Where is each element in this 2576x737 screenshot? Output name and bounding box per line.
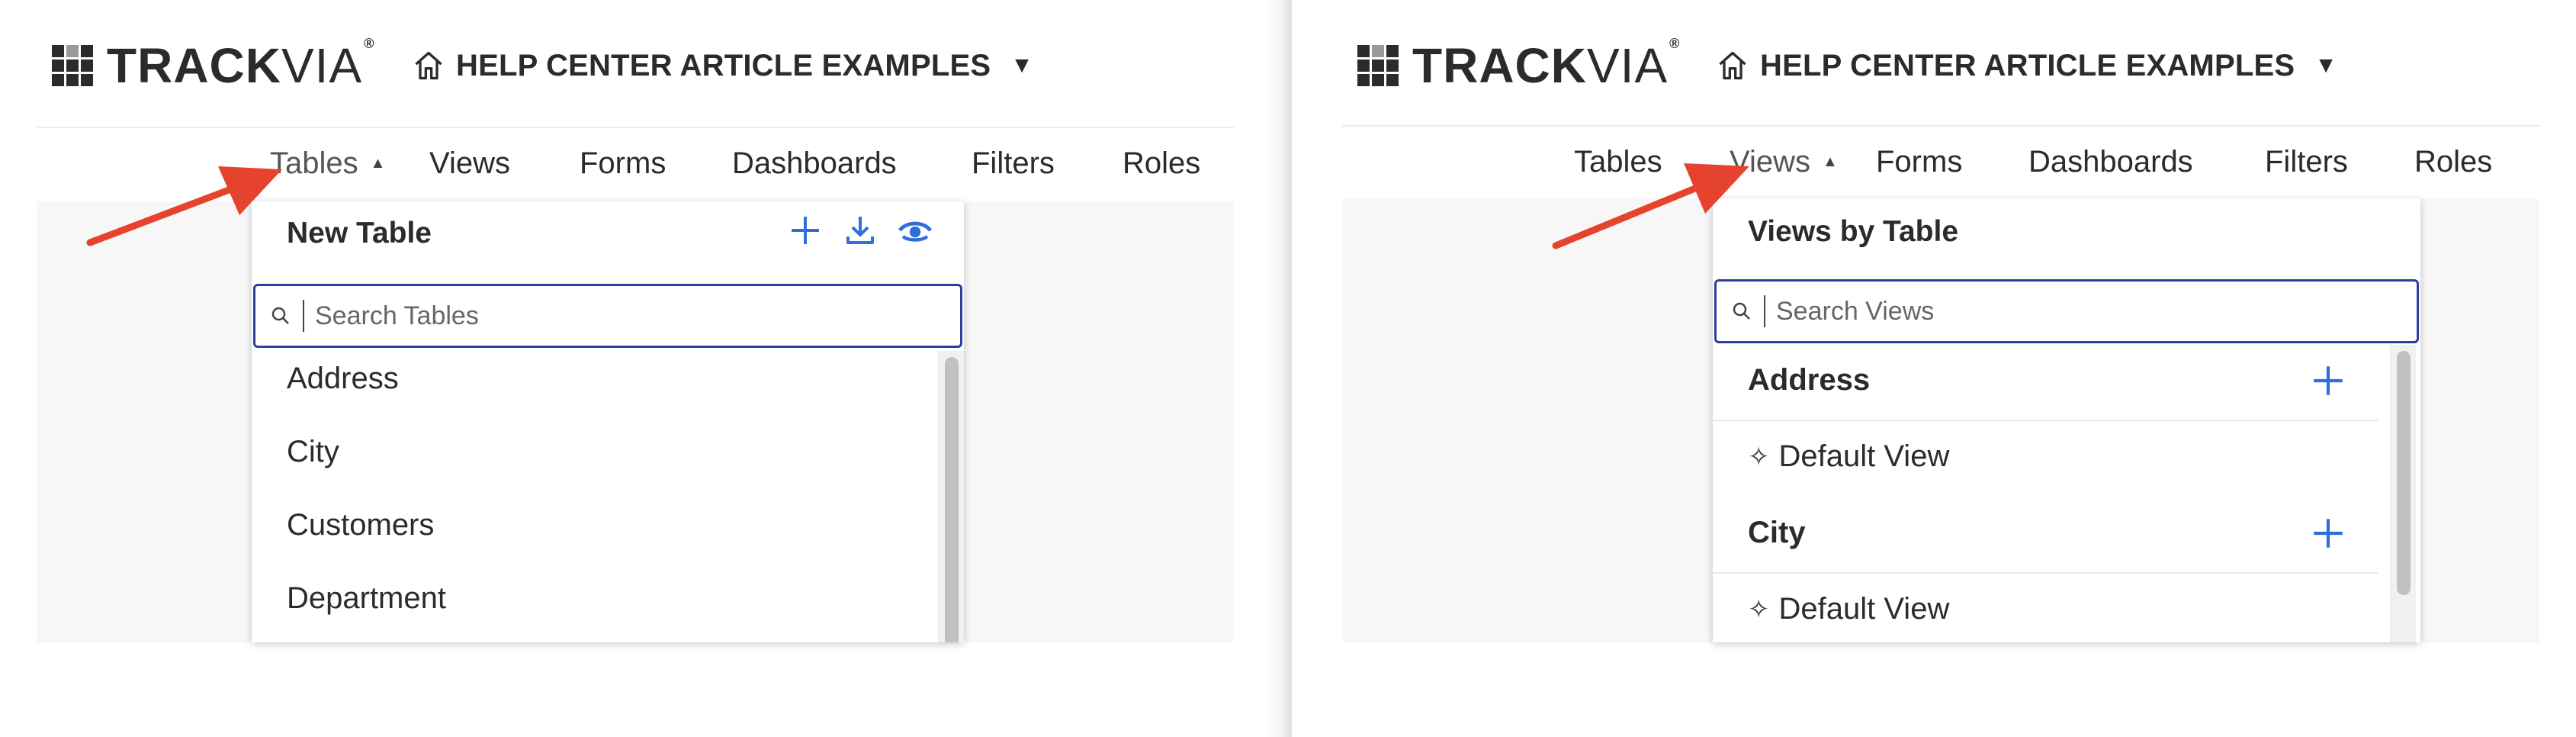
home-icon — [1719, 51, 1746, 80]
plus-icon — [792, 217, 819, 244]
screenshot-divider — [1266, 0, 1292, 737]
nav-filters[interactable]: Filters — [972, 146, 1055, 181]
nav-dashboards[interactable]: Dashboards — [732, 146, 897, 181]
tables-scrollbar[interactable] — [938, 351, 964, 642]
caret-up-icon: ▲ — [370, 155, 386, 172]
view-item-default[interactable]: ✧ Default View — [1748, 592, 1949, 626]
logo-text: TRACKVIA ® — [107, 36, 375, 93]
views-dropdown: Views by Table Address ✧ Default View Ci… — [1713, 198, 2420, 642]
scrollbar-thumb[interactable] — [945, 357, 959, 642]
table-actions — [769, 212, 933, 249]
table-item-department[interactable]: Department — [287, 581, 446, 616]
views-by-table-heading: Views by Table — [1748, 215, 1959, 248]
table-item-address[interactable]: Address — [287, 362, 399, 396]
eye-icon — [898, 221, 932, 242]
app-name: HELP CENTER ARTICLE EXAMPLES — [456, 48, 991, 82]
new-table-link[interactable]: New Table — [287, 217, 432, 250]
red-arrow-pointer — [1552, 163, 1749, 249]
left-panel: TRACKVIA ® HELP CENTER ARTICLE EXAMPLES ▼… — [37, 0, 1241, 737]
search-icon — [271, 307, 289, 324]
tables-dropdown: New Table Address City Customers Departm… — [252, 201, 964, 642]
nav-roles[interactable]: Roles — [2414, 145, 2492, 179]
header: TRACKVIA ® HELP CENTER ARTICLE EXAMPLES ▼ — [1342, 0, 2539, 128]
text-cursor — [303, 300, 304, 332]
caret-down-icon: ▼ — [2314, 53, 2337, 78]
app-name: HELP CENTER ARTICLE EXAMPLES — [1760, 48, 2295, 82]
search-views-input[interactable] — [1776, 296, 2310, 327]
search-tables-input[interactable] — [315, 301, 849, 331]
import-table-button[interactable] — [842, 212, 878, 249]
search-views-field[interactable] — [1714, 279, 2419, 343]
table-visibility-button[interactable] — [897, 212, 933, 249]
view-group-city: City — [1713, 497, 2378, 574]
header: TRACKVIA ® HELP CENTER ARTICLE EXAMPLES ▼ — [37, 0, 1234, 128]
caret-up-icon: ▲ — [1822, 153, 1838, 170]
nav-roles[interactable]: Roles — [1123, 146, 1200, 181]
add-table-button[interactable] — [787, 212, 824, 249]
nav-filters[interactable]: Filters — [2265, 145, 2348, 179]
views-scrollbar[interactable] — [2390, 345, 2416, 642]
home-icon — [415, 51, 442, 80]
app-selector[interactable]: HELP CENTER ARTICLE EXAMPLES ▼ — [412, 43, 1033, 89]
sparkle-icon: ✧ — [1748, 442, 1770, 471]
trackvia-logo[interactable]: TRACKVIA ® — [52, 36, 375, 93]
group-title: City — [1748, 516, 1806, 549]
view-group-address: Address — [1713, 345, 2378, 421]
nav-forms[interactable]: Forms — [580, 146, 666, 181]
logo-grid-icon — [52, 45, 93, 86]
group-title: Address — [1748, 363, 1871, 397]
logo-grid-icon — [1357, 45, 1399, 86]
trackvia-logo[interactable]: TRACKVIA ® — [1357, 36, 1681, 93]
red-arrow-pointer — [86, 166, 282, 246]
nav-views[interactable]: Views — [429, 146, 510, 181]
main-nav: Tables Views ▲ Forms Dashboards Filters R… — [1342, 127, 2539, 200]
add-view-plus-icon[interactable] — [2309, 362, 2347, 400]
caret-down-icon: ▼ — [1010, 53, 1033, 78]
scrollbar-thumb[interactable] — [2397, 351, 2411, 595]
search-tables-field[interactable] — [253, 284, 962, 348]
right-panel: TRACKVIA ® HELP CENTER ARTICLE EXAMPLES ▼… — [1342, 0, 2547, 737]
add-view-plus-icon[interactable] — [2309, 514, 2347, 552]
table-item-customers[interactable]: Customers — [287, 508, 434, 542]
table-item-city[interactable]: City — [287, 435, 339, 469]
sparkle-icon: ✧ — [1748, 594, 1770, 624]
text-cursor — [1764, 295, 1765, 327]
nav-dashboards[interactable]: Dashboards — [2028, 145, 2193, 179]
view-item-default[interactable]: ✧ Default View — [1748, 439, 1949, 474]
download-icon — [846, 217, 874, 244]
search-icon — [1733, 302, 1750, 320]
logo-text: TRACKVIA ® — [1412, 36, 1681, 93]
app-selector[interactable]: HELP CENTER ARTICLE EXAMPLES ▼ — [1716, 43, 2337, 89]
nav-forms[interactable]: Forms — [1876, 145, 1962, 179]
